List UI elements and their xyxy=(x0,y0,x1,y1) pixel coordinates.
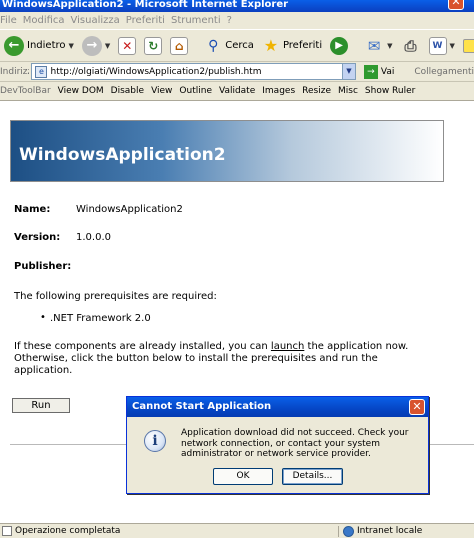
back-dropdown-icon[interactable]: ▼ xyxy=(69,42,74,50)
page-status-icon xyxy=(2,526,12,536)
status-text: Operazione completata xyxy=(15,526,121,536)
menu-bar: File Modifica Visualizza Preferiti Strum… xyxy=(0,12,474,30)
favorites-button[interactable]: ★ Preferiti xyxy=(260,33,324,59)
mail-dropdown-icon[interactable]: ▼ xyxy=(387,42,392,50)
launch-link[interactable]: launch xyxy=(271,341,304,352)
menu-visualizza[interactable]: Visualizza xyxy=(71,15,126,26)
address-url[interactable]: http://olgiati/WindowsApplication2/publi… xyxy=(50,67,341,77)
prereq-text: The following prerequisites are required… xyxy=(14,291,217,302)
publisher-field: Publisher: xyxy=(14,261,76,272)
window-title: WindowsApplication2 - Microsoft Internet… xyxy=(2,0,289,10)
back-label: Indietro xyxy=(27,40,66,51)
menu-file[interactable]: File xyxy=(0,15,23,26)
edit-dropdown-icon[interactable]: ▼ xyxy=(450,42,455,50)
page-banner: WindowsApplication2 xyxy=(10,120,444,182)
forward-dropdown-icon[interactable]: ▼ xyxy=(105,42,110,50)
mail-icon: ✉ xyxy=(367,36,381,55)
dev-toolbar: DevToolBar View DOM Disable View Outline… xyxy=(0,82,474,101)
error-dialog: Cannot Start Application ✕ i Application… xyxy=(126,396,429,494)
back-button[interactable]: ← Indietro ▼ xyxy=(2,33,76,59)
menu-strumenti[interactable]: Strumenti xyxy=(171,15,227,26)
address-bar: Indirizzo e http://olgiati/WindowsApplic… xyxy=(0,62,474,82)
info-icon: i xyxy=(144,430,166,452)
search-button[interactable]: ⚲ Cerca xyxy=(202,33,256,59)
dev-outline-button[interactable]: Outline xyxy=(179,86,219,96)
discuss-button[interactable] xyxy=(461,33,474,59)
window-close-button[interactable]: ✕ xyxy=(448,0,464,10)
media-button[interactable]: ▶ xyxy=(328,33,350,59)
dev-disable-button[interactable]: Disable xyxy=(111,86,151,96)
address-dropdown-icon[interactable]: ▼ xyxy=(341,64,355,79)
edit-button[interactable]: W ▼ xyxy=(427,33,457,59)
page-title: WindowsApplication2 xyxy=(19,145,226,165)
menu-modifica[interactable]: Modifica xyxy=(23,15,71,26)
note-icon xyxy=(462,38,474,53)
dev-images-button[interactable]: Images xyxy=(262,86,302,96)
details-button[interactable]: Details... xyxy=(282,468,343,485)
print-button[interactable]: ⎙ xyxy=(399,33,423,59)
version-value: 1.0.0.0 xyxy=(76,232,111,243)
prereq-list-item: .NET Framework 2.0 xyxy=(40,312,151,324)
status-bar: Operazione completata Intranet locale xyxy=(0,523,474,538)
search-label: Cerca xyxy=(225,40,254,51)
menu-preferiti[interactable]: Preferiti xyxy=(126,15,171,26)
version-field: Version: 1.0.0.0 xyxy=(14,232,111,243)
go-label: Vai xyxy=(380,66,395,77)
refresh-icon: ↻ xyxy=(144,36,163,55)
dev-view-button[interactable]: View xyxy=(151,86,179,96)
version-label: Version: xyxy=(14,232,61,243)
devtoolbar-label: DevToolBar xyxy=(0,86,51,96)
dialog-title-bar: Cannot Start Application ✕ xyxy=(127,397,428,417)
dialog-message: Application download did not succeed. Ch… xyxy=(181,428,409,459)
dev-show-ruler-button[interactable]: Show Ruler xyxy=(365,86,422,96)
address-input[interactable]: e http://olgiati/WindowsApplication2/pub… xyxy=(31,63,356,80)
links-toolbar[interactable]: Collegamenti xyxy=(414,67,474,77)
favorites-label: Preferiti xyxy=(282,40,323,51)
go-arrow-icon: → xyxy=(363,64,378,79)
forward-button[interactable]: → ▼ xyxy=(80,33,112,59)
home-button[interactable]: ⌂ xyxy=(168,33,190,59)
star-icon: ★ xyxy=(263,36,279,55)
standard-toolbar: ← Indietro ▼ → ▼ ✕ ↻ ⌂ ⚲ Cerca ★ Preferi… xyxy=(0,30,474,62)
intranet-zone-icon xyxy=(343,525,354,537)
printer-icon: ⎙ xyxy=(404,36,417,55)
dev-view-dom-button[interactable]: View DOM xyxy=(58,86,111,96)
dev-validate-button[interactable]: Validate xyxy=(219,86,262,96)
name-value: WindowsApplication2 xyxy=(76,204,183,215)
dialog-close-button[interactable]: ✕ xyxy=(409,399,425,415)
publisher-label: Publisher: xyxy=(14,261,72,272)
name-label: Name: xyxy=(14,204,51,215)
forward-arrow-icon: → xyxy=(81,35,102,56)
stop-button[interactable]: ✕ xyxy=(116,33,138,59)
address-label: Indirizzo xyxy=(0,66,29,77)
dev-resize-button[interactable]: Resize xyxy=(302,86,338,96)
window-title-bar: WindowsApplication2 - Microsoft Internet… xyxy=(0,0,474,12)
back-arrow-icon: ← xyxy=(4,35,24,56)
ok-button[interactable]: OK xyxy=(213,468,273,485)
dev-misc-button[interactable]: Misc xyxy=(338,86,365,96)
dialog-title: Cannot Start Application xyxy=(132,401,272,412)
search-icon: ⚲ xyxy=(208,37,219,54)
zone-label: Intranet locale xyxy=(357,526,423,536)
page-icon: e xyxy=(35,65,48,78)
stop-icon: ✕ xyxy=(118,36,137,55)
refresh-button[interactable]: ↻ xyxy=(142,33,164,59)
install-text: If these components are already installe… xyxy=(14,341,424,377)
go-button[interactable]: → Vai xyxy=(363,64,395,79)
mail-button[interactable]: ✉ ▼ xyxy=(362,33,394,59)
install-text-1: If these components are already installe… xyxy=(14,341,271,352)
media-icon: ▶ xyxy=(330,36,349,55)
menu-help[interactable]: ? xyxy=(227,15,238,26)
name-field: Name: WindowsApplication2 xyxy=(14,204,183,215)
security-zone: Intranet locale xyxy=(338,525,474,537)
run-button[interactable]: Run xyxy=(12,398,70,413)
home-icon: ⌂ xyxy=(170,36,189,55)
word-icon: W xyxy=(428,36,447,55)
